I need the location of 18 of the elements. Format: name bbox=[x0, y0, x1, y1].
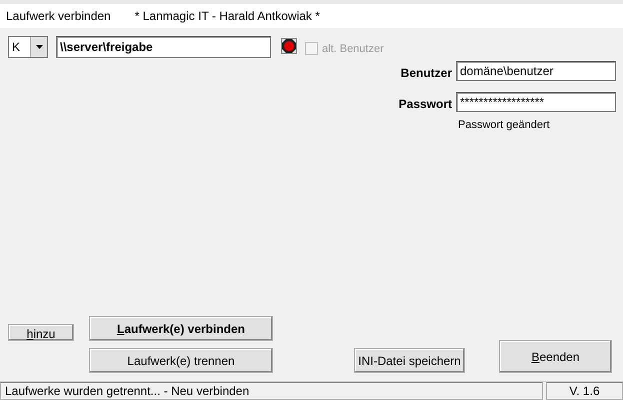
status-message: Laufwerke wurden getrennt... - Neu verbinden bbox=[0, 382, 543, 400]
field-label: Passwort bbox=[398, 96, 452, 113]
dialog-button[interactable]: hinzu bbox=[8, 324, 74, 341]
dialog-button[interactable]: Laufwerk(e) verbinden bbox=[89, 316, 273, 341]
window-subtitle: * Lanmagic IT - Harald Antkowiak * bbox=[134, 8, 320, 25]
field-label: Benutzer bbox=[400, 65, 452, 82]
dialog-button[interactable]: Beenden bbox=[499, 340, 612, 373]
credential-field[interactable]: ****************** bbox=[456, 92, 616, 112]
window-title: Laufwerk verbinden bbox=[6, 8, 111, 25]
dialog-button[interactable]: Laufwerk(e) trennen bbox=[89, 348, 273, 373]
version-label: V. 1.6 bbox=[546, 382, 623, 400]
caret-icon bbox=[36, 45, 42, 49]
dialog-button[interactable]: INI-Datei speichern bbox=[354, 348, 465, 373]
credential-field[interactable]: domäne\benutzer bbox=[456, 61, 616, 81]
password-note: Passwort geändert bbox=[458, 118, 550, 133]
share-path-field[interactable]: \\server\freigabe bbox=[56, 36, 271, 58]
alt-user-label: alt. Benutzer bbox=[322, 42, 384, 57]
drive-dropdown[interactable]: K bbox=[8, 36, 48, 58]
